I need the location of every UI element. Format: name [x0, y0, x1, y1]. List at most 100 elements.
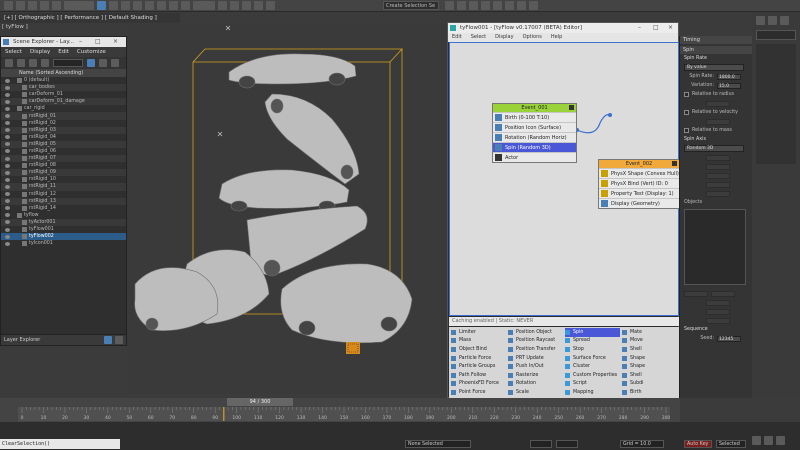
tree-row[interactable]: rstRigid_07	[1, 155, 126, 163]
depot-item[interactable]: PhoenixFD Force	[451, 380, 506, 389]
axis-y-input[interactable]	[706, 163, 730, 170]
select-by-name-icon[interactable]	[109, 1, 118, 10]
spinner-snap-icon[interactable]	[266, 1, 275, 10]
visibility-eye-icon[interactable]	[5, 199, 10, 204]
depot-item[interactable]: Point Force	[451, 388, 506, 397]
depot-item[interactable]: Cluster	[565, 362, 620, 371]
depot-item[interactable]: Limiter	[451, 328, 506, 337]
link-icon[interactable]	[28, 1, 37, 10]
filter-shapes-icon[interactable]	[17, 59, 25, 67]
tree-row[interactable]: rstRigid_04	[1, 134, 126, 141]
depot-item[interactable]: Scale	[508, 388, 563, 397]
hierarchy-tab-icon[interactable]	[780, 16, 789, 25]
tree-row[interactable]: tyFlow002	[1, 233, 126, 241]
seed-input[interactable]: 12345	[717, 335, 741, 342]
tree-row[interactable]: carDeform_01_damage	[1, 98, 126, 106]
place-icon[interactable]	[181, 1, 190, 10]
layer-mode-icon[interactable]	[87, 59, 95, 67]
layer-explorer-label[interactable]: Layer Explorer	[4, 337, 40, 343]
variation-input[interactable]: 15.0	[717, 82, 741, 89]
tree-row[interactable]: rstRigid_05	[1, 140, 126, 148]
bind-icon[interactable]	[52, 1, 61, 10]
timing-rollout-header[interactable]: Timing	[680, 36, 752, 44]
tree-row[interactable]: tyFlow001	[1, 226, 126, 233]
event-002-toggle-icon[interactable]	[672, 161, 677, 166]
create-tab-icon[interactable]	[756, 16, 765, 25]
visibility-eye-icon[interactable]	[5, 78, 10, 83]
visibility-eye-icon[interactable]	[5, 206, 10, 211]
render-frame-icon[interactable]	[517, 1, 526, 10]
select-object-icon[interactable]	[97, 1, 106, 10]
depot-item[interactable]: Birth	[622, 388, 677, 397]
window-crossing-icon[interactable]	[133, 1, 142, 10]
depot-item[interactable]: Shell	[622, 345, 677, 354]
visibility-eye-icon[interactable]	[5, 234, 10, 239]
depot-item[interactable]: Mass	[451, 337, 506, 346]
pv-menu-options[interactable]: Options	[523, 33, 542, 42]
snap-icon[interactable]	[230, 1, 239, 10]
pv-menu-help[interactable]: Help	[551, 33, 562, 42]
rect-select-icon[interactable]	[121, 1, 130, 10]
depot-item[interactable]: Particle Force	[451, 354, 506, 363]
visibility-eye-icon[interactable]	[5, 99, 10, 104]
depot-item[interactable]: Path Follow	[451, 371, 506, 380]
visibility-eye-icon[interactable]	[5, 184, 10, 189]
visibility-eye-icon[interactable]	[5, 121, 10, 126]
depot-item[interactable]: Position Transfer	[508, 345, 563, 354]
close-icon[interactable]: ×	[668, 23, 673, 33]
pv-menu-edit[interactable]: Edit	[452, 33, 462, 42]
operator-row[interactable]: PhysX Shape (Convex Hull)	[599, 168, 679, 178]
tree-row[interactable]: rstRigid_02	[1, 120, 126, 127]
viewport-label[interactable]: [+] [ Orthographic ] [ Performance ] [ D…	[0, 13, 180, 23]
depot-item[interactable]: Rotation	[508, 380, 563, 389]
tree-row[interactable]: rstRigid_11	[1, 183, 126, 191]
visibility-eye-icon[interactable]	[5, 85, 10, 90]
visibility-eye-icon[interactable]	[5, 177, 10, 182]
filter-dropdown[interactable]	[64, 1, 94, 10]
depot-item[interactable]: Subdi	[622, 380, 677, 389]
tree-row[interactable]: rstRigid_09	[1, 169, 126, 177]
relative-velocity-checkbox[interactable]	[684, 110, 689, 115]
menu-customize[interactable]: Customize	[77, 47, 106, 57]
key-filter-dropdown[interactable]: Selected	[716, 440, 746, 448]
pivot-icon[interactable]	[218, 1, 227, 10]
tree-row[interactable]: tyflow	[1, 212, 126, 219]
viewport-tab-label[interactable]: [ tyFlow ]	[2, 24, 28, 30]
mirror-icon[interactable]	[445, 1, 454, 10]
depot-item[interactable]: Mapping	[565, 388, 620, 397]
depot-item[interactable]: Mate	[622, 328, 677, 337]
depot-item[interactable]: Position Raycast	[508, 337, 563, 346]
maximize-icon[interactable]: □	[653, 23, 659, 33]
depot-item[interactable]: Spin	[565, 328, 620, 337]
footer-layers-icon[interactable]	[104, 336, 112, 344]
y-coord-field[interactable]	[556, 440, 578, 448]
add-object-button[interactable]	[684, 290, 708, 297]
visibility-eye-icon[interactable]	[5, 227, 10, 232]
tree-row[interactable]: rstRigid_13	[1, 197, 126, 205]
object-param-3-input[interactable]	[706, 317, 730, 324]
visibility-eye-icon[interactable]	[5, 220, 10, 225]
rotate-icon[interactable]	[157, 1, 166, 10]
redo-icon[interactable]	[16, 1, 25, 10]
render-setup-icon[interactable]	[505, 1, 514, 10]
scale-icon[interactable]	[169, 1, 178, 10]
filter-geometry-icon[interactable]	[5, 59, 13, 67]
tree-row[interactable]: rstRigid_12	[1, 191, 126, 198]
visibility-eye-icon[interactable]	[5, 114, 10, 119]
operator-row[interactable]: Display (Geometry)	[599, 198, 679, 208]
tree-row[interactable]: rstRigid_08	[1, 162, 126, 169]
material-editor-icon[interactable]	[493, 1, 502, 10]
relative-radius-checkbox[interactable]	[684, 92, 689, 97]
divergence-input[interactable]	[706, 190, 730, 197]
operator-row[interactable]: Actor	[493, 152, 576, 162]
visibility-eye-icon[interactable]	[5, 213, 10, 218]
tree-row[interactable]: rstRigid_03	[1, 126, 126, 134]
axis-z-input[interactable]	[706, 172, 730, 179]
operator-row[interactable]: Rotation (Random Horiz)	[493, 132, 576, 142]
depot-item[interactable]: Stop	[565, 345, 620, 354]
particle-view-titlebar[interactable]: tyFlow001 - [tyFlow v0.17007 (BETA) Edit…	[448, 23, 678, 33]
named-selection-dropdown[interactable]: Create Selection Se	[383, 1, 439, 10]
tree-row[interactable]: tyIcon001	[1, 240, 126, 247]
modifier-stack[interactable]	[756, 44, 796, 164]
flow-canvas[interactable]: Event_001 Birth (0-100 T:10) Position Ico…	[449, 42, 680, 316]
